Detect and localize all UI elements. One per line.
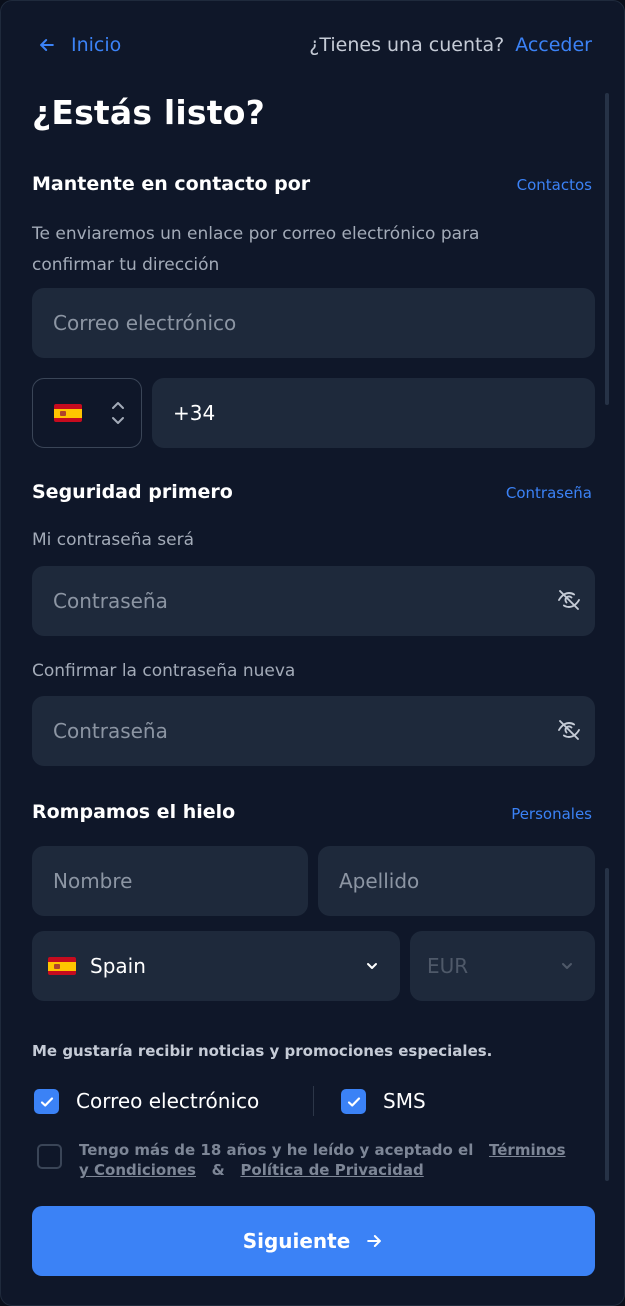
updown-chevron-icon [112,402,124,424]
password-placeholder: Contraseña [53,589,168,613]
spain-flag-icon [48,957,76,975]
next-button-label: Siguiente [242,1229,351,1253]
options-divider [313,1086,314,1116]
page-title: ¿Estás listo? [32,93,265,132]
checkmark-icon [347,1096,360,1107]
terms-checkbox[interactable] [37,1144,62,1169]
personal-section-title: Rompamos el hielo [32,801,236,823]
login-link[interactable]: Acceder [515,34,592,56]
next-button[interactable]: Siguiente [32,1206,595,1276]
first-name-input[interactable]: Nombre [32,846,308,916]
phone-value: +34 [173,401,216,425]
arrow-right-icon [367,1235,382,1247]
scrollbar-thumb-upper[interactable] [605,93,609,405]
password-label: Mi contraseña será [32,530,195,550]
chevron-down-icon [367,963,377,969]
terms-prefix: Tengo más de 18 años y he leído y acepta… [79,1141,474,1159]
confirm-password-label: Confirmar la contraseña nueva [32,661,296,681]
email-promo-checkbox[interactable] [34,1089,59,1114]
account-question: ¿Tienes una cuenta? [309,34,505,56]
arrow-left-icon [40,39,54,51]
back-label: Inicio [71,34,122,56]
chevron-down-icon [562,963,572,969]
sms-promo-checkbox[interactable] [341,1089,366,1114]
contact-description: Te enviaremos un enlace por correo elect… [32,224,480,275]
email-input[interactable]: Correo electrónico [32,288,595,358]
privacy-link[interactable]: Política de Privacidad [240,1161,423,1179]
personal-section-link[interactable]: Personales [511,805,592,823]
security-section-link[interactable]: Contraseña [506,484,592,502]
first-name-placeholder: Nombre [53,869,133,893]
security-section-title: Seguridad primero [32,481,233,503]
contact-section-link[interactable]: Contactos [517,176,592,194]
country-select[interactable]: Spain [32,931,400,1001]
email-placeholder: Correo electrónico [53,311,237,335]
last-name-input[interactable]: Apellido [318,846,595,916]
eye-off-icon[interactable] [557,718,581,742]
email-promo-label[interactable]: Correo electrónico [76,1089,259,1113]
spain-flag-icon [54,404,82,422]
checkmark-icon [40,1096,53,1107]
contact-section-title: Mantente en contacto por [32,173,311,195]
back-link[interactable]: Inicio [37,34,121,56]
password-input[interactable]: Contraseña [32,566,595,636]
confirm-password-placeholder: Contraseña [53,719,168,743]
terms-text: Tengo más de 18 años y he leído y acepta… [79,1140,579,1180]
signup-panel: Inicio ¿Tienes una cuenta? Acceder ¿Está… [0,0,625,1306]
last-name-placeholder: Apellido [339,869,420,893]
promotions-label: Me gustaría recibir noticias y promocion… [32,1042,493,1060]
currency-value: EUR [427,954,469,978]
eye-off-icon[interactable] [557,588,581,612]
account-prompt: ¿Tienes una cuenta? Acceder [309,34,592,56]
country-value: Spain [90,954,146,978]
scrollbar-thumb-lower[interactable] [605,868,609,1181]
currency-select[interactable]: EUR [410,931,595,1001]
phone-country-select[interactable] [32,378,142,448]
sms-promo-label[interactable]: SMS [383,1089,426,1113]
phone-input[interactable]: +34 [152,378,595,448]
terms-ampersand: & [211,1161,225,1179]
confirm-password-input[interactable]: Contraseña [32,696,595,766]
